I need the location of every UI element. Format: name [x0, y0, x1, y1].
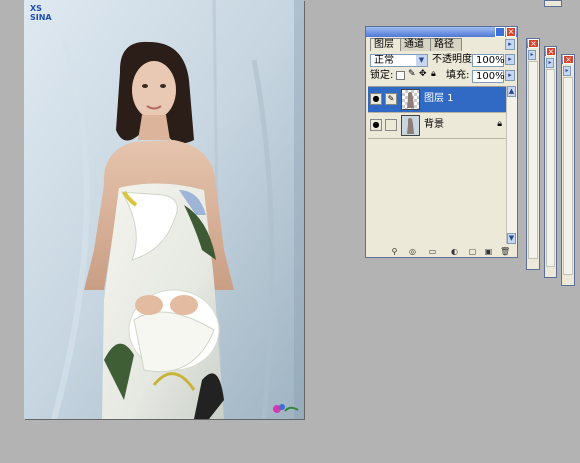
- fill-value: 100%: [476, 71, 505, 82]
- opacity-slider-button[interactable]: ▸: [505, 54, 515, 65]
- layer-thumbnail: [401, 115, 420, 136]
- close-button[interactable]: ×: [546, 47, 556, 56]
- layer-style-icon[interactable]: ◎: [408, 247, 417, 256]
- watermark-text: XS: [30, 4, 42, 13]
- opacity-value: 100%: [476, 55, 505, 66]
- trash-icon[interactable]: 🗑︎: [500, 247, 510, 256]
- expand-arrow[interactable]: ▸: [546, 58, 554, 68]
- mask-icon[interactable]: ▭: [428, 247, 437, 256]
- eye-icon[interactable]: ●: [370, 93, 382, 105]
- close-button[interactable]: ×: [563, 55, 574, 64]
- lock-image-icon[interactable]: ✎: [408, 69, 416, 79]
- layer-row-background[interactable]: ● 背景 🔒︎: [368, 113, 506, 139]
- blend-mode-value: 正常: [374, 55, 394, 66]
- link-icon[interactable]: ⚲: [390, 247, 399, 256]
- expand-arrow[interactable]: ▸: [563, 66, 571, 76]
- new-set-icon[interactable]: ▢: [468, 247, 477, 256]
- fill-slider-button[interactable]: ▸: [505, 70, 515, 81]
- side-palette-2[interactable]: × ▸: [544, 46, 557, 278]
- scrollbar[interactable]: [528, 61, 538, 259]
- layer-list[interactable]: ● ✎ 图层 1 ● 背景 🔒︎: [368, 86, 506, 245]
- expand-arrow[interactable]: ▸: [528, 50, 536, 60]
- lock-all-icon[interactable]: 🔒︎: [431, 69, 436, 79]
- brush-icon[interactable]: ✎: [385, 93, 397, 105]
- layer-thumbnail: [401, 89, 420, 110]
- scrollbar[interactable]: [563, 77, 573, 275]
- watermark-logo-bottom: [272, 402, 300, 416]
- close-button[interactable]: ×: [528, 39, 539, 48]
- layer-name[interactable]: 背景: [424, 119, 444, 131]
- chevron-down-icon: ▼: [416, 55, 427, 66]
- adjustment-layer-icon[interactable]: ◐: [450, 247, 459, 256]
- opacity-input[interactable]: 100%: [472, 54, 505, 67]
- layers-palette[interactable]: × 图层 通道 路径 ▸ 正常 ▼ 不透明度: 100% ▸ 锁定: ✎ ✥ 🔒…: [365, 26, 518, 258]
- minimize-button[interactable]: [495, 27, 505, 37]
- new-layer-icon[interactable]: ▣: [484, 247, 493, 256]
- close-button[interactable]: ×: [506, 27, 516, 37]
- opacity-label: 不透明度:: [432, 54, 476, 65]
- palette-menu-button[interactable]: ▸: [505, 39, 515, 50]
- scroll-down-button[interactable]: ▼: [507, 233, 516, 244]
- link-slot[interactable]: [385, 119, 397, 131]
- side-palette-1[interactable]: × ▸: [526, 38, 540, 270]
- watermark-subtext: SINA: [30, 13, 52, 22]
- eye-icon[interactable]: ●: [370, 119, 382, 131]
- tab-paths[interactable]: 路径: [430, 38, 462, 51]
- tab-channels[interactable]: 通道: [400, 38, 432, 51]
- fill-label: 填充:: [446, 70, 470, 81]
- layer-list-scrollbar[interactable]: ▲ ▼: [506, 86, 517, 244]
- photo: [24, 0, 304, 419]
- blend-mode-select[interactable]: 正常 ▼: [370, 54, 428, 67]
- lock-icon: 🔒︎: [497, 119, 502, 129]
- layer-name[interactable]: 图层 1: [424, 93, 454, 105]
- palette-titlebar[interactable]: ×: [366, 27, 517, 37]
- palette-edge: [544, 0, 562, 7]
- image-canvas[interactable]: XS SINA: [24, 0, 304, 419]
- lock-label: 锁定:: [370, 70, 394, 81]
- fill-input[interactable]: 100%: [472, 70, 505, 83]
- lock-transparency-icon[interactable]: [396, 71, 405, 80]
- palette-bottom-toolbar: ⚲ ◎ ▭ ◐ ▢ ▣ 🗑︎: [368, 246, 515, 257]
- scroll-up-button[interactable]: ▲: [507, 86, 516, 97]
- watermark-logo-top: XS SINA: [30, 4, 52, 22]
- layer-row-1[interactable]: ● ✎ 图层 1: [368, 87, 506, 113]
- side-palette-3[interactable]: × ▸: [561, 54, 575, 286]
- scrollbar[interactable]: [546, 69, 555, 267]
- tab-layers[interactable]: 图层: [370, 38, 402, 51]
- lock-position-icon[interactable]: ✥: [419, 69, 427, 79]
